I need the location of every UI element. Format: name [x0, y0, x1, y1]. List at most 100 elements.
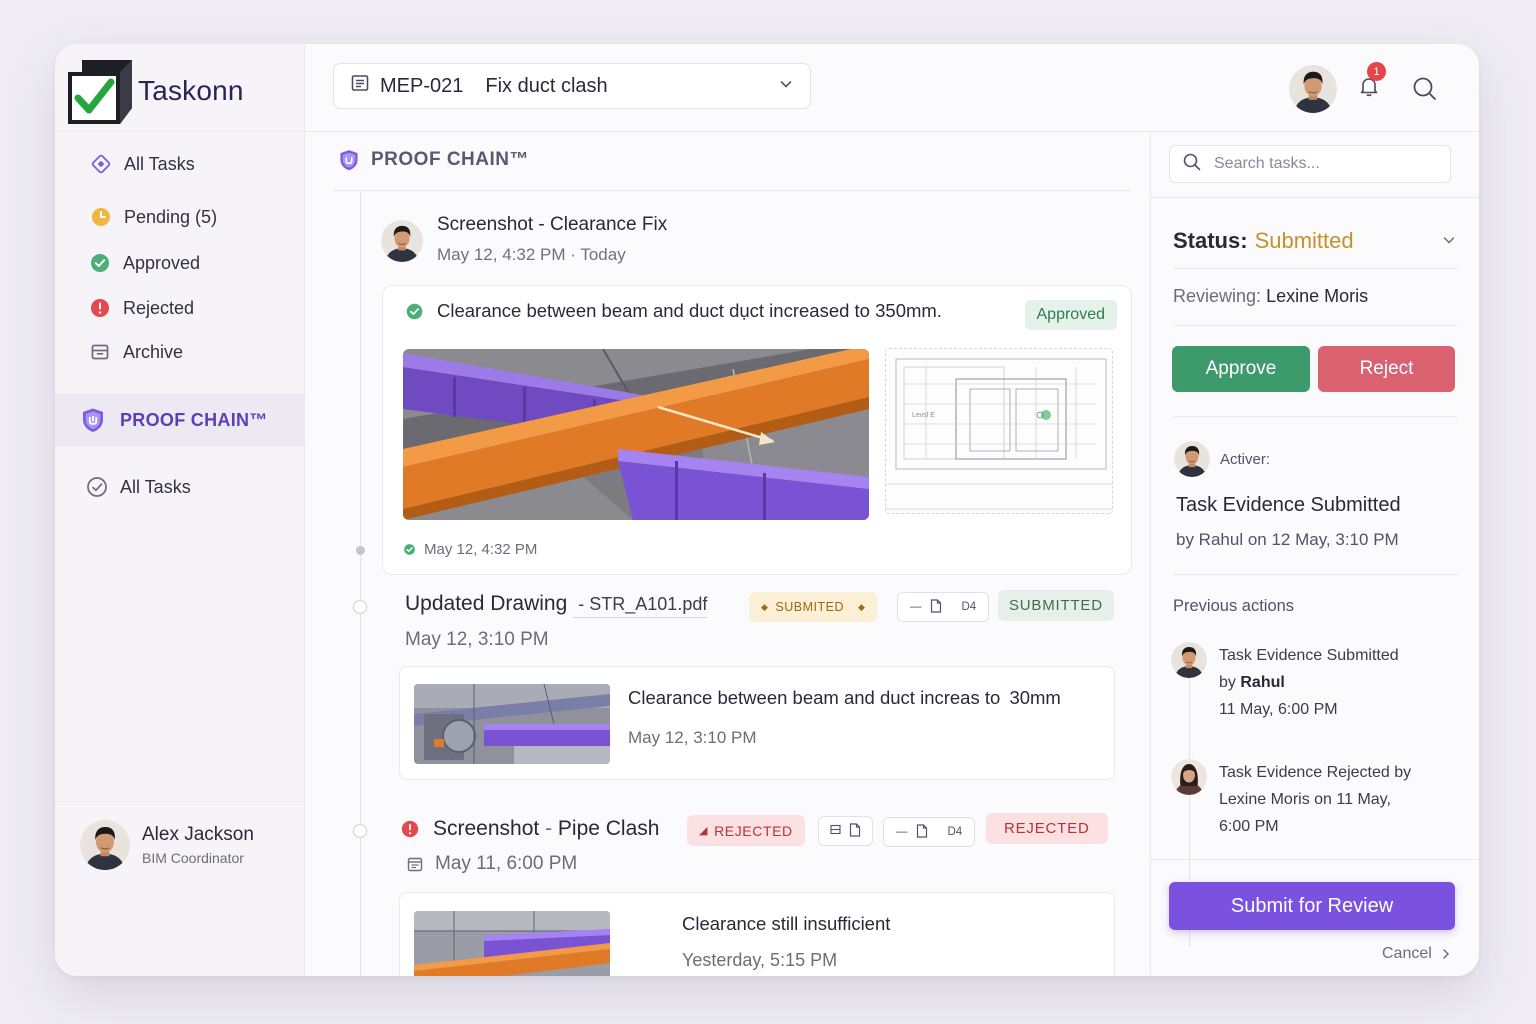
activity-subtitle: by Rahul on 12 May, 3:10 PM: [1176, 530, 1399, 549]
entry-date: May 11, 6:00 PM: [407, 853, 577, 875]
sidebar-item-proof-chain[interactable]: PROOF CHAIN™: [55, 394, 305, 446]
divider: [1173, 416, 1457, 417]
reject-button[interactable]: Reject: [1318, 346, 1455, 392]
page-title: PROOF CHAIN™: [337, 148, 529, 172]
search-box[interactable]: [1169, 145, 1451, 183]
search-input[interactable]: [1214, 155, 1434, 173]
timeline-dot: [356, 546, 365, 555]
clearance-render-image[interactable]: [403, 349, 869, 520]
status-badge: SUBMITTED: [998, 590, 1114, 621]
divider: [1151, 859, 1479, 860]
notification-badge: 1: [1367, 62, 1386, 81]
evidence-date: May 12, 4:32 PM: [424, 541, 538, 558]
diamond-icon: ◆: [761, 601, 769, 612]
avatar: [381, 220, 423, 262]
action-actor: Rahul: [1240, 674, 1285, 691]
entry-date-value: May 11, 6:00 PM: [435, 853, 578, 874]
sidebar-item-label: All Tasks: [124, 153, 195, 174]
reviewer: Reviewing: Lexine Moris: [1173, 286, 1368, 307]
timeline-dot: [353, 600, 367, 614]
app-window: Taskonn All Tasks Pending (5) Approved R…: [55, 44, 1479, 976]
chevron-right-icon: [1441, 948, 1451, 960]
sidebar-item-label: Archive: [123, 341, 184, 362]
sidebar-item-archive[interactable]: Archive: [55, 332, 305, 372]
entry-title[interactable]: Screenshot - Pipe Clash: [400, 817, 659, 841]
cancel-link[interactable]: Cancel: [1382, 945, 1451, 963]
evidence-timestamp: May 12, 4:32 PM: [403, 541, 537, 558]
version-chip[interactable]: — D4: [883, 817, 976, 847]
shield-icon: [337, 148, 361, 172]
divider: [1173, 268, 1457, 269]
evidence-note-text: Clearance between beam and duct increas …: [628, 687, 1001, 708]
sidebar-item-proof-all-tasks[interactable]: All Tasks: [55, 467, 305, 507]
entry-title[interactable]: Updated Drawing - STR_A101.pdf: [405, 592, 708, 618]
evidence-note-text: Clearance between beam and duct dụct inc…: [437, 300, 942, 321]
approve-button[interactable]: Approve: [1172, 346, 1310, 392]
check-circle-icon: [405, 302, 424, 321]
version-label: D4: [961, 601, 977, 613]
check-circle-icon: [89, 252, 111, 274]
brand-logo[interactable]: Taskonn: [68, 58, 244, 124]
divider: [55, 131, 305, 132]
alert-circle-icon: [400, 819, 420, 839]
sidebar-item-pending[interactable]: Pending (5): [55, 197, 305, 237]
version-label: D4: [947, 826, 963, 838]
task-selector[interactable]: MEP-021 Fix duct clash: [333, 63, 811, 109]
status-chip-submitted: ◆ SUBMITED ◆: [749, 592, 878, 622]
entry-title-text: Pipe Clash: [557, 817, 660, 840]
user-name: Alex Jackson: [142, 824, 254, 845]
avatar: [80, 820, 130, 870]
chevron-down-icon: [1441, 228, 1457, 254]
file-icon: [930, 598, 942, 616]
image-icon: [830, 824, 841, 838]
minus-icon: —: [896, 826, 908, 838]
divider: [1173, 574, 1457, 575]
avatar: [1171, 759, 1207, 795]
search-icon[interactable]: [1410, 74, 1440, 104]
sidebar-item-approved[interactable]: Approved: [55, 243, 305, 283]
entry-title-text: Screenshot: [433, 817, 540, 840]
task-code: MEP-021: [380, 74, 464, 97]
status-chip-rejected: ◢ REJECTED: [687, 815, 805, 846]
previous-actions-heading: Previous actions: [1173, 597, 1295, 615]
warning-icon: ◢: [699, 825, 709, 837]
header-avatar[interactable]: [1289, 65, 1337, 113]
calendar-icon: [407, 856, 423, 872]
review-panel: Status: Submitted Reviewing: Lexine Mori…: [1150, 132, 1479, 976]
status-dropdown[interactable]: Status: Submitted: [1173, 228, 1457, 254]
evidence-note: Clearance between beam and duct dụct inc…: [405, 300, 942, 322]
title-separator: -: [573, 594, 590, 614]
entry-date: May 12, 3:10 PM: [405, 629, 549, 650]
file-icon: [849, 822, 861, 840]
entry-date-value: May 12, 4:32 PM: [437, 245, 566, 264]
file-link[interactable]: - STR_A101.pdf: [573, 594, 708, 618]
action-title: Task Evidence Submitted: [1219, 647, 1399, 664]
sidebar-item-rejected[interactable]: Rejected: [55, 288, 305, 328]
status-value: Submitted: [1254, 228, 1354, 253]
pipe-clash-thumbnail[interactable]: [414, 911, 610, 976]
current-user[interactable]: Alex Jackson BIM Coordinator: [80, 820, 254, 870]
chip-label: REJECTED: [714, 822, 793, 839]
activity-title: Task Evidence Submitted: [1176, 494, 1401, 516]
task-title: Fix duct clash: [485, 74, 608, 97]
drawing-thumbnail[interactable]: [414, 684, 610, 764]
previous-action-item: Task Evidence Submitted by Rahul 11 May,…: [1171, 642, 1399, 723]
divider: [1151, 197, 1479, 198]
page-title-text: PROOF CHAIN™: [371, 149, 529, 170]
evidence-note: Clearance between beam and duct increas …: [628, 687, 1061, 709]
attachments-chip[interactable]: [818, 816, 873, 846]
version-chip[interactable]: — D4: [897, 592, 990, 622]
entry-title[interactable]: Screenshot - Clearance Fix: [437, 214, 667, 236]
evidence-note-value: 30mm: [1009, 687, 1061, 708]
plan-label: Levsl E: [912, 412, 935, 419]
sidebar-item-label: PROOF CHAIN™: [120, 409, 268, 430]
action-date: 6:00 PM: [1219, 818, 1279, 835]
entry-relative-date: · Today: [570, 245, 626, 264]
evidence-note: Clearance still insufficient: [682, 913, 891, 934]
entry-date: May 12, 4:32 PM · Today: [437, 245, 667, 265]
sidebar-item-all-tasks[interactable]: All Tasks: [55, 144, 305, 184]
floor-plan-image[interactable]: Levsl E: [885, 348, 1113, 514]
evidence-card: Clearance still insufficient Yesterday, …: [399, 892, 1115, 976]
submit-for-review-button[interactable]: Submit for Review: [1169, 882, 1455, 930]
title-separator: -: [539, 817, 558, 840]
